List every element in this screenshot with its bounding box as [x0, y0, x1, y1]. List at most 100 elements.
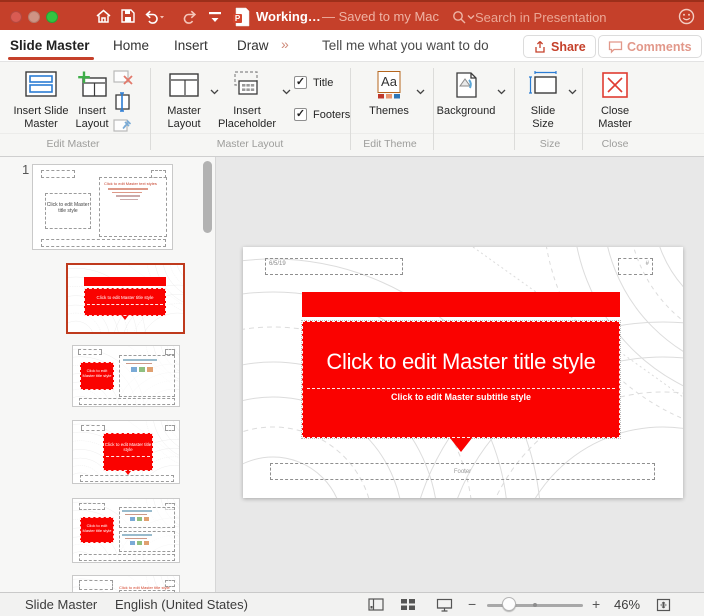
date-placeholder[interactable]: 6/5/19	[265, 258, 403, 275]
rename-slide-button[interactable]	[112, 92, 134, 117]
tab-home[interactable]: Home	[113, 38, 149, 53]
share-button[interactable]: Share	[523, 35, 596, 58]
close-master-button[interactable]: Close Master	[592, 70, 638, 131]
slide-canvas: 6/5/19 # Click to edit Master title styl…	[217, 157, 704, 592]
title-bar: P Working… — Saved to my Mac	[0, 0, 704, 30]
red-pointer-tail	[450, 438, 472, 452]
workspace: 1 Click to edit Master title style Click…	[0, 157, 704, 592]
red-accent-bar[interactable]	[302, 292, 620, 317]
group-label-edit-master: Edit Master	[18, 138, 128, 150]
redo-icon[interactable]	[181, 8, 198, 30]
document-title: Working…	[256, 9, 321, 24]
undo-icon[interactable]	[143, 8, 165, 30]
delete-slide-icon	[112, 68, 134, 88]
rename-slide-icon	[112, 92, 134, 112]
themes-chevron-icon[interactable]	[416, 82, 425, 100]
group-label-edit-theme: Edit Theme	[345, 138, 435, 150]
title-checkbox-label: Title	[313, 77, 333, 89]
thumbnail-slide-master[interactable]: Click to edit Master title style Click t…	[32, 164, 173, 250]
thumbnail-two-content-layout[interactable]: Click to edit Master title style	[72, 498, 180, 563]
group-divider	[433, 68, 434, 150]
themes-icon: Aa	[375, 70, 403, 100]
themes-button[interactable]: Aa Themes	[366, 70, 412, 118]
background-button[interactable]: Background	[438, 70, 494, 118]
thumb-title-box: Click to edit Master title style	[84, 288, 166, 316]
normal-view-icon	[368, 598, 384, 611]
powerpoint-document-icon: P	[232, 7, 250, 32]
footers-checkbox-row[interactable]: ✓ Footers	[294, 108, 350, 121]
home-icon[interactable]	[95, 8, 112, 30]
thumb-title-box: Click to edit Master title style	[80, 517, 114, 543]
minimize-window-button[interactable]	[28, 11, 40, 23]
sidebar-scrollbar[interactable]	[203, 161, 212, 233]
zoom-level[interactable]: 46%	[614, 597, 640, 612]
status-language[interactable]: English (United States)	[115, 597, 248, 612]
ribbon: Insert Slide Master Insert Layout Edit M…	[0, 62, 704, 157]
thumbnail-section-header-layout[interactable]: Click to edit Master title style	[72, 420, 180, 484]
background-chevron-icon[interactable]	[497, 82, 506, 100]
footers-checkbox[interactable]: ✓	[294, 108, 307, 121]
footer-placeholder[interactable]: Footer	[270, 463, 655, 480]
thumbnail-pane: 1 Click to edit Master title style Click…	[0, 157, 216, 592]
zoom-in-button[interactable]: +	[592, 596, 600, 612]
tab-slide-master[interactable]: Slide Master	[10, 38, 90, 53]
slide-size-label: Slide Size	[522, 105, 564, 131]
insert-slide-master-button[interactable]: Insert Slide Master	[10, 70, 72, 131]
tab-overflow-chevron[interactable]: »	[281, 36, 289, 52]
saved-status: — Saved to my Mac	[322, 9, 439, 24]
comments-button[interactable]: Comments	[598, 35, 702, 58]
thumbnail-title-slide-layout-selected[interactable]: Click to edit Master title style	[66, 263, 185, 334]
fit-to-window-button[interactable]	[656, 598, 671, 615]
search-field[interactable]	[452, 6, 652, 28]
slide-editing-area[interactable]: 6/5/19 # Click to edit Master title styl…	[243, 247, 683, 498]
delete-slide-button[interactable]	[112, 68, 134, 93]
title-checkbox[interactable]: ✓	[294, 76, 307, 89]
status-bar: Slide Master English (United States) − +…	[0, 592, 704, 616]
insert-placeholder-button[interactable]: Insert Placeholder	[216, 70, 278, 131]
thumb-red-bar	[84, 277, 166, 286]
master-subtitle-text: Click to edit Master subtitle style	[303, 392, 619, 402]
thumb-title-placeholder: Click to edit Master title style	[45, 193, 91, 229]
zoom-out-button[interactable]: −	[468, 596, 476, 612]
master-layout-button[interactable]: Master Layout	[160, 70, 208, 131]
slide-number-text: #	[646, 261, 649, 267]
comments-label: Comments	[627, 40, 692, 54]
fit-to-window-icon	[656, 598, 671, 612]
normal-view-button[interactable]	[368, 598, 384, 614]
search-scope-chevron-icon[interactable]	[467, 14, 475, 20]
group-divider	[150, 68, 151, 150]
status-view-name[interactable]: Slide Master	[25, 597, 97, 612]
close-window-button[interactable]	[10, 11, 22, 23]
slideshow-button[interactable]	[436, 598, 453, 615]
feedback-smiley-icon[interactable]	[678, 8, 695, 30]
master-layout-icon	[168, 70, 200, 100]
group-label-close: Close	[570, 138, 660, 150]
preserve-pin-icon	[112, 116, 134, 136]
thumb-date-placeholder	[41, 170, 75, 178]
tab-draw[interactable]: Draw	[237, 38, 269, 53]
themes-label: Themes	[369, 105, 409, 118]
slide-sorter-button[interactable]	[400, 598, 416, 614]
tab-insert[interactable]: Insert	[174, 38, 208, 53]
slide-number-placeholder[interactable]: #	[618, 258, 653, 275]
search-input[interactable]	[475, 10, 625, 25]
thumbnail-title-and-content-layout[interactable]: Click to edit Master title style	[72, 345, 180, 407]
thumb-title-box: Click to edit Master title style	[80, 362, 114, 390]
search-icon	[452, 10, 467, 25]
insert-slide-master-icon	[24, 70, 58, 100]
save-icon[interactable]	[120, 8, 136, 29]
slide-size-chevron-icon[interactable]	[568, 82, 577, 100]
title-checkbox-row[interactable]: ✓ Title	[294, 76, 333, 89]
zoom-slider-detent	[533, 603, 537, 607]
thumbnail-partial-layout[interactable]: Click to edit Master title style	[72, 575, 180, 592]
quick-access-menu-icon[interactable]	[208, 10, 222, 29]
title-placeholder[interactable]: Click to edit Master title style Click t…	[302, 321, 620, 438]
insert-placeholder-chevron-icon[interactable]	[282, 82, 291, 100]
tell-me-search[interactable]: Tell me what you want to do	[322, 38, 489, 53]
slide-size-button[interactable]: Slide Size	[522, 70, 564, 131]
share-icon	[533, 40, 547, 54]
slide-number-label: 1	[22, 162, 29, 177]
zoom-window-button[interactable]	[46, 11, 58, 23]
insert-layout-button[interactable]: Insert Layout	[70, 70, 114, 131]
zoom-slider-knob[interactable]	[502, 597, 516, 611]
